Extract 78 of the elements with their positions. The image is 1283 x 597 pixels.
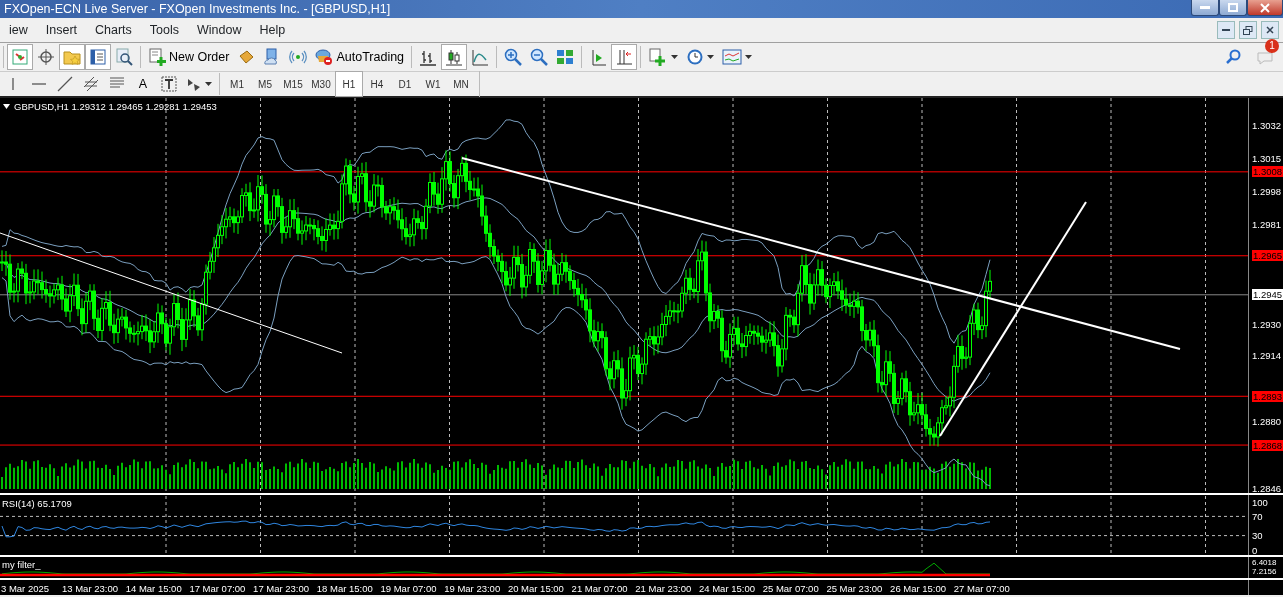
rsi-axis-label: 70 [1252, 510, 1263, 522]
menu-item[interactable]: Tools [140, 17, 189, 43]
menu-item[interactable]: iew [0, 17, 37, 43]
minimize-button[interactable] [1217, 21, 1235, 39]
close-icon [1260, 2, 1270, 13]
close-icon [1266, 26, 1274, 34]
auto-trading-icon [315, 48, 334, 66]
menu-item[interactable]: Charts [86, 17, 141, 43]
price-label: 1.2880 [1252, 416, 1282, 428]
timeframe-tab[interactable]: H1 [335, 71, 363, 97]
time-label: 13 Mar 23:00 [62, 582, 118, 596]
time-label: 21 Mar 23:00 [635, 582, 692, 596]
candlestick-icon[interactable] [441, 44, 468, 70]
price-label: 1.2945 [1252, 289, 1283, 301]
price-label: 1.2868 [1252, 439, 1283, 451]
time-label: 25 Mar 23:00 [826, 582, 883, 596]
restore-button[interactable] [1239, 21, 1257, 39]
time-label: 20 Mar 15:00 [507, 582, 564, 596]
new-order-button[interactable]: New Order [144, 44, 234, 70]
timeframe-tab[interactable]: W1 [419, 71, 447, 97]
window-title: FXOpen-ECN Live Server - FXOpen Investments Inc. - [GBPUSD,H1] [3, 1, 391, 18]
filter-label: my filter_ [2, 559, 41, 570]
timeframe-tab[interactable]: M15 [279, 71, 307, 97]
time-label: 17 Mar 23:00 [253, 582, 310, 596]
time-label: 21 Mar 07:00 [571, 582, 628, 596]
minimize-icon [1222, 28, 1230, 32]
maximize-icon [1228, 3, 1238, 12]
price-label: 1.2846 [1252, 482, 1282, 494]
maximize-button[interactable] [1219, 0, 1247, 16]
timeframe-tab[interactable]: MN [447, 71, 475, 97]
time-label: 18 Mar 15:00 [316, 582, 373, 596]
close-button[interactable] [1247, 0, 1283, 16]
price-label: 1.3032 [1252, 119, 1282, 131]
filter-axis-label: 7.2156 [1252, 567, 1277, 576]
price-label: 1.2998 [1252, 185, 1282, 197]
time-label: 27 Mar 07:00 [953, 582, 1010, 596]
dropdown-triangle-icon[interactable] [3, 104, 10, 109]
text-tool-button[interactable]: A [130, 71, 156, 97]
document-plus-icon [148, 48, 166, 66]
rsi-label: RSI(14) 65.1709 [2, 498, 72, 509]
chart-header: GBPUSD,H1 1.29312 1.29465 1.29281 1.29453 [14, 101, 217, 112]
price-label: 1.2893 [1252, 390, 1283, 402]
time-label: 24 Mar 15:00 [699, 582, 755, 596]
chart-shift-icon[interactable] [611, 44, 638, 70]
price-label: 1.3015 [1252, 152, 1282, 164]
timeframe-tab[interactable]: M30 [307, 71, 335, 97]
notification-count: 1 [1265, 39, 1279, 53]
time-label: 25 Mar 07:00 [762, 582, 819, 596]
price-label: 1.3008 [1252, 166, 1283, 178]
menu-item[interactable]: Window [188, 17, 251, 43]
rsi-axis-label: 0 [1252, 544, 1258, 556]
time-label: 3 Mar 2025 [1, 582, 50, 596]
minimize-button[interactable] [1191, 0, 1219, 16]
price-label: 1.2930 [1252, 318, 1282, 330]
price-label: 1.2914 [1252, 349, 1282, 361]
menu-item[interactable]: Insert [36, 17, 87, 43]
time-label: 19 Mar 23:00 [444, 582, 501, 596]
timeframe-tab[interactable]: H4 [363, 71, 391, 97]
time-label: 17 Mar 07:00 [189, 582, 246, 596]
restore-icon [1243, 25, 1253, 35]
time-label: 19 Mar 07:00 [380, 582, 437, 596]
rsi-axis-label: 30 [1252, 530, 1263, 542]
minimize-icon [1200, 5, 1210, 10]
timeframe-tab[interactable]: M1 [223, 71, 251, 97]
price-label: 1.2981 [1252, 219, 1282, 231]
timeframe-tab[interactable]: M5 [251, 71, 279, 97]
search-icon[interactable] [1225, 49, 1241, 65]
auto-trading-button[interactable]: AutoTrading [311, 44, 409, 70]
price-label: 1.2965 [1252, 250, 1283, 262]
rsi-axis-label: 100 [1252, 496, 1268, 508]
time-label: 14 Mar 15:00 [125, 582, 182, 596]
filter-axis-label: 6.4018 [1252, 558, 1277, 567]
chat-icon[interactable] [1257, 49, 1275, 66]
navigator-button[interactable] [85, 44, 111, 70]
timeframe-tab[interactable]: D1 [391, 71, 419, 97]
menu-item[interactable]: Help [250, 17, 295, 43]
time-label: 26 Mar 15:00 [890, 582, 947, 596]
close-button[interactable] [1261, 21, 1279, 39]
